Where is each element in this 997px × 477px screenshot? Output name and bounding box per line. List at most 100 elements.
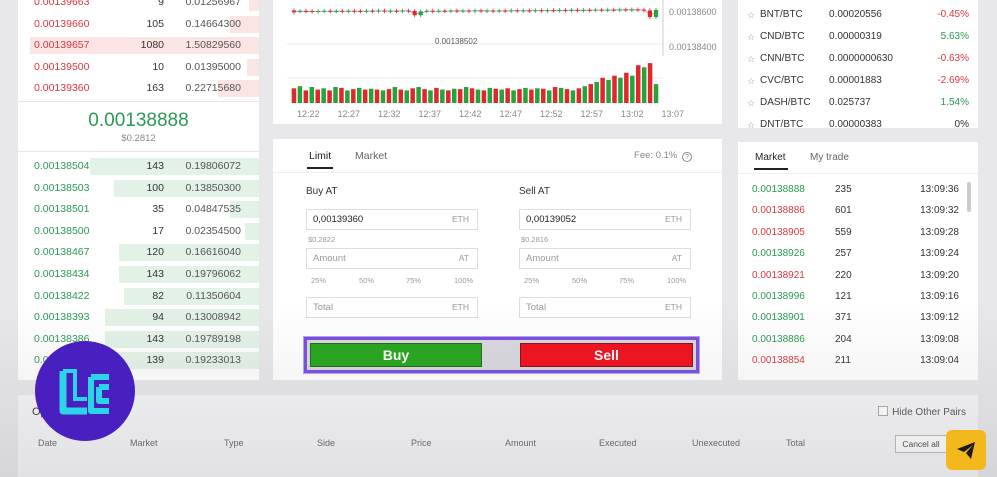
trade-amount: 371	[835, 312, 852, 324]
trade-row: 0.00138901 371 13:09:12	[738, 307, 978, 328]
bid-row[interactable]: 0.00138393 94 0.13008942	[18, 307, 259, 329]
candle	[382, 10, 387, 12]
volume-bar	[612, 75, 617, 103]
tab-limit[interactable]: Limit	[309, 150, 331, 162]
y-axis-label: 0.00138400	[669, 42, 717, 52]
volume-bar	[368, 88, 374, 103]
buy-title: Buy AT	[306, 186, 338, 197]
bid-row[interactable]: 0.00138422 82 0.11350604	[18, 286, 259, 308]
help-icon[interactable]: ?	[682, 152, 692, 162]
pair-row[interactable]: ☆ CND/BTC 0.00000319 5.63%	[738, 26, 978, 48]
pair-change: 0%	[954, 119, 969, 128]
sell-amount-input[interactable]: Amount AT	[519, 248, 691, 269]
candle	[509, 10, 514, 12]
sell-total-input[interactable]: Total ETH	[519, 297, 691, 318]
pair-row[interactable]: ☆ CVC/BTC 0.00001883 -2.69%	[738, 70, 978, 92]
star-icon[interactable]: ☆	[747, 92, 755, 114]
bid-row[interactable]: 0.00138504 143 0.19806072	[18, 156, 259, 178]
ask-row[interactable]: 0.00139663 9 0.01256967	[18, 0, 259, 14]
star-icon[interactable]: ☆	[747, 114, 755, 128]
trade-row: 0.00138886 204 13:09:08	[738, 329, 978, 350]
pair-change: -0.45%	[937, 9, 969, 20]
candle	[406, 10, 411, 12]
x-axis-label: 13:07	[661, 109, 685, 119]
sell-percent-75[interactable]: 75%	[619, 276, 634, 285]
star-icon[interactable]: ☆	[747, 26, 755, 48]
candle	[394, 10, 399, 12]
trade-price: 0.00138996	[752, 291, 805, 302]
star-icon[interactable]: ☆	[747, 4, 755, 26]
volume-bar	[434, 87, 439, 103]
price-chart-panel[interactable]: 0.00138502 0.00138600 0.00138400 12:22 12…	[273, 0, 722, 124]
buy-amount-input[interactable]: Amount AT	[306, 248, 478, 269]
buy-percent-50[interactable]: 50%	[359, 276, 374, 285]
buy-percent-100[interactable]: 100%	[454, 276, 473, 285]
open-orders-panel: Op Hide Other Pairs Date Market Type Sid…	[18, 395, 978, 477]
sell-percent-25[interactable]: 25%	[524, 276, 539, 285]
bid-total: 0.02354500	[185, 224, 241, 237]
bid-amount: 143	[146, 160, 164, 172]
sell-price-input[interactable]: 0,00139052 ETH	[519, 209, 691, 230]
pair-row[interactable]: ☆ BNT/BTC 0.00020556 -0.45%	[738, 4, 978, 26]
tab-market[interactable]: Market	[355, 150, 387, 162]
volume-bar	[321, 88, 326, 103]
buy-percent-25[interactable]: 25%	[311, 276, 326, 285]
star-icon[interactable]: ☆	[747, 70, 755, 92]
bid-row[interactable]: 0.00138500 17 0.02354500	[18, 221, 259, 243]
ask-total: 1.50829560	[185, 39, 241, 52]
hide-other-pairs-toggle[interactable]: Hide Other Pairs	[878, 406, 966, 418]
x-axis-label: 13:02	[621, 109, 644, 119]
cancel-all-button[interactable]: Cancel all	[895, 435, 947, 453]
pair-row[interactable]: ☆ CNN/BTC 0.0000000630 -0.63%	[738, 48, 978, 70]
bid-row[interactable]: 0.00138503 100 0.13850300	[18, 178, 259, 200]
logo-glyph	[59, 369, 109, 415]
candle	[466, 10, 472, 12]
bid-total: 0.04847535	[185, 203, 241, 216]
ask-row[interactable]: 0.00139657 1080 1.50829560	[18, 35, 259, 57]
sell-button[interactable]: Sell	[520, 343, 693, 367]
candle	[575, 9, 580, 11]
pair-row[interactable]: ☆ DASH/BTC 0.025737 1.54%	[738, 92, 978, 114]
ask-row[interactable]: 0.00139360 163 0.22715680	[18, 78, 259, 100]
buy-amount-unit: AT	[458, 253, 469, 263]
bid-row[interactable]: 0.00138501 35 0.04847535	[18, 199, 259, 221]
candle	[617, 9, 622, 11]
trade-time: 13:09:36	[920, 184, 959, 195]
buy-button[interactable]: Buy	[310, 343, 482, 367]
y-axis-label: 0.00138600	[669, 7, 717, 17]
bid-price: 0.00138500	[34, 224, 90, 237]
scrollbar[interactable]	[967, 182, 971, 212]
candle	[388, 10, 393, 12]
divider	[273, 172, 722, 173]
tab-market-trades[interactable]: Market	[755, 152, 786, 163]
volume-bar	[624, 72, 629, 103]
trade-row: 0.00138905 559 13:09:28	[738, 222, 978, 243]
volume-bar	[511, 90, 516, 103]
candle	[291, 10, 297, 13]
star-icon[interactable]: ☆	[747, 48, 755, 70]
volume-bar	[606, 79, 611, 103]
bid-price: 0.00138504	[34, 160, 90, 172]
candlestick-chart[interactable]: 0.00138502	[273, 0, 722, 124]
volume-bar	[635, 65, 641, 103]
buy-percent-75[interactable]: 75%	[406, 276, 421, 285]
tab-my-trade[interactable]: My trade	[810, 152, 849, 163]
last-price: 0.00138888	[88, 110, 189, 131]
candle	[587, 9, 592, 11]
pair-row[interactable]: ☆ DNT/BTC 0.00000383 0%	[738, 114, 978, 128]
ask-row[interactable]: 0.00139500 10 0.01395000	[18, 57, 259, 79]
buy-price-input[interactable]: 0,00139360 ETH	[306, 209, 478, 230]
sell-percent-100[interactable]: 100%	[667, 276, 686, 285]
candle	[376, 10, 381, 12]
pair-name: CND/BTC	[760, 31, 805, 42]
x-axis-label: 12:22	[297, 109, 320, 119]
bid-row[interactable]: 0.00138467 120 0.16616040	[18, 242, 259, 264]
checkbox[interactable]	[878, 406, 889, 416]
volume-bar	[523, 87, 528, 103]
ask-row[interactable]: 0.00139660 105 0.14664300	[18, 14, 259, 36]
sell-percent-50[interactable]: 50%	[572, 276, 587, 285]
buy-total-input[interactable]: Total ETH	[306, 297, 478, 318]
send-icon[interactable]	[946, 430, 986, 470]
pair-change: 5.63%	[940, 31, 969, 42]
bid-row[interactable]: 0.00138434 143 0.19796062	[18, 264, 259, 286]
